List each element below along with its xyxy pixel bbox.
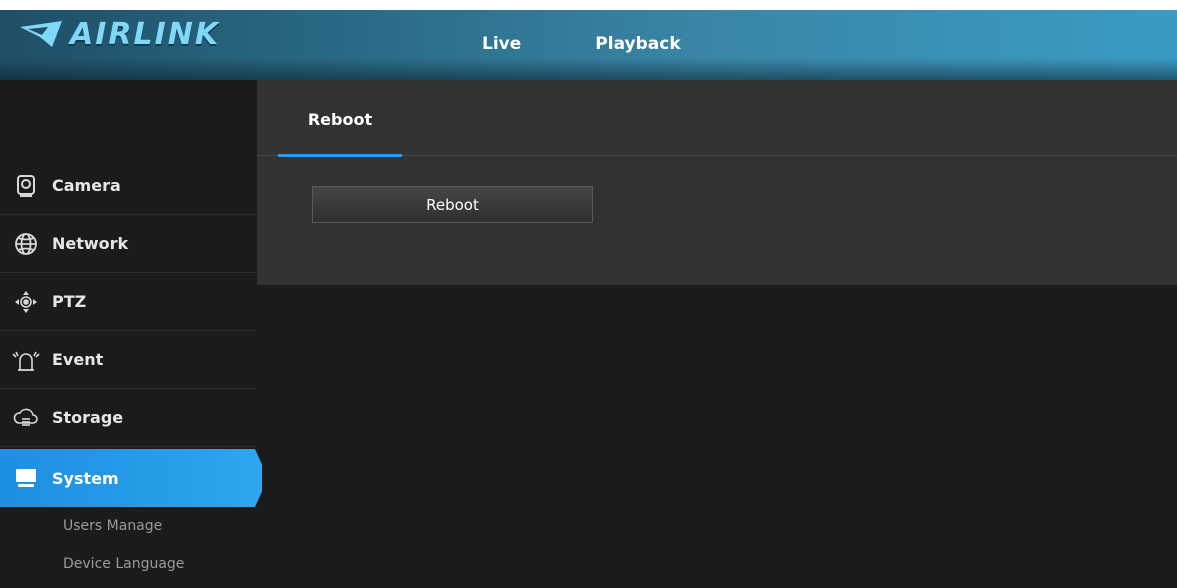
sidebar-item-label: Network [52, 234, 129, 253]
nav-live[interactable]: Live [482, 34, 521, 54]
sidebar-subitem-device-language[interactable]: Device Language [63, 556, 184, 572]
sidebar-item-event[interactable]: Event [0, 331, 256, 389]
sidebar-item-storage[interactable]: Storage [0, 389, 256, 447]
camera-icon [12, 172, 40, 200]
sidebar-item-label: Event [52, 350, 104, 369]
brand-name: AIRLINK [70, 16, 221, 52]
sidebar: Camera Network PTZ Event Storage System … [0, 80, 262, 588]
header-top-strip [0, 0, 1177, 10]
tab-reboot[interactable]: Reboot [278, 80, 402, 157]
sidebar-item-camera[interactable]: Camera [0, 157, 256, 215]
sidebar-item-label: System [52, 468, 119, 488]
sidebar-item-label: Storage [52, 408, 124, 427]
active-tab-indicator [278, 154, 402, 157]
nav-playback[interactable]: Playback [595, 34, 680, 54]
cloud-storage-icon [12, 404, 40, 432]
sidebar-item-ptz[interactable]: PTZ [0, 273, 256, 331]
airlink-logo-icon [18, 19, 64, 49]
sidebar-subitem-users-manage[interactable]: Users Manage [63, 518, 162, 534]
content-panel: Reboot Reboot [257, 80, 1177, 285]
tab-label: Reboot [307, 109, 373, 129]
brand-logo: AIRLINK [18, 14, 220, 54]
sidebar-item-label: Camera [52, 176, 121, 195]
tab-bar: Reboot [257, 80, 1177, 157]
ptz-icon [12, 288, 40, 316]
top-header: AIRLINK Live Playback [0, 0, 1177, 80]
reboot-button[interactable]: Reboot [312, 186, 593, 223]
sidebar-item-network[interactable]: Network [0, 215, 256, 273]
top-nav: Live Playback [482, 34, 681, 54]
globe-icon [12, 230, 40, 258]
sidebar-item-system[interactable]: System [0, 449, 262, 507]
sidebar-item-label: PTZ [52, 292, 87, 311]
monitor-icon [12, 464, 40, 492]
alarm-icon [12, 346, 40, 374]
